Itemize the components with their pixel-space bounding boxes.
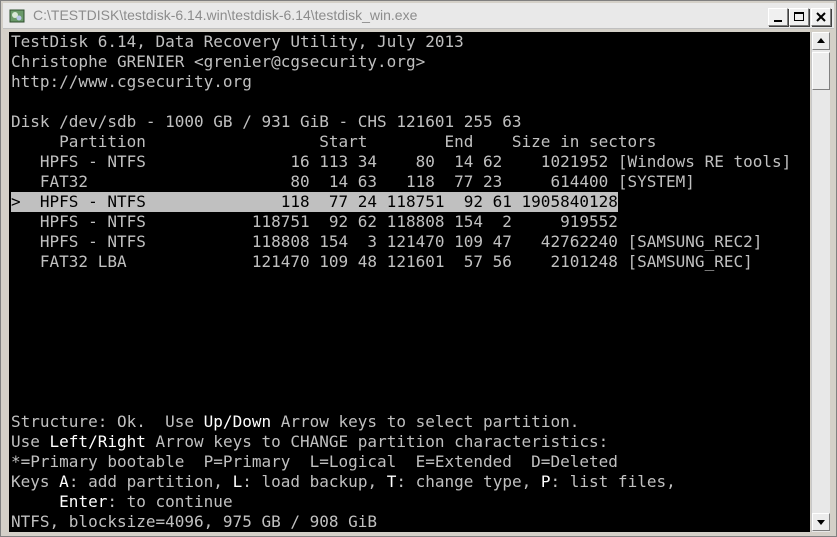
header-line: http://www.cgsecurity.org: [11, 72, 252, 91]
key-l: L: [232, 472, 243, 491]
partition-table-header: Partition Start End Size in sectors: [11, 132, 657, 151]
key-p: P: [540, 472, 551, 491]
status-text: Structure: Ok. Use: [11, 412, 204, 431]
partition-row[interactable]: FAT32 80 14 63 118 77 23 614400 [SYSTEM]: [11, 172, 695, 192]
arrow-down-icon: [817, 520, 825, 525]
key-a: A: [59, 472, 69, 491]
partition-row[interactable]: HPFS - NTFS 118751 92 62 118808 154 2 91…: [11, 212, 618, 232]
status-line: Structure: Ok. Use Up/Down Arrow keys to…: [11, 412, 579, 432]
help-text: Arrow keys to CHANGE partition character…: [145, 432, 609, 451]
partition-info-line: NTFS, blocksize=4096, 975 GB / 908 GiB: [11, 512, 378, 531]
window-title: C:\TESTDISK\testdisk-6.14.win\testdisk-6…: [33, 7, 418, 23]
minimize-icon: [774, 20, 782, 22]
help-text: Keys: [11, 472, 60, 491]
partition-row[interactable]: HPFS - NTFS 118808 154 3 121470 109 47 4…: [11, 232, 762, 252]
help-text: : list files,: [550, 472, 676, 491]
help-text: : load backup,: [242, 472, 387, 491]
disk-info-line: Disk /dev/sdb - 1000 GB / 931 GiB - CHS …: [11, 112, 522, 131]
arrow-up-icon: [817, 38, 825, 43]
header-line: TestDisk 6.14, Data Recovery Utility, Ju…: [11, 32, 464, 51]
close-button[interactable]: [811, 8, 831, 26]
key-separator: /: [222, 412, 233, 431]
scroll-thumb[interactable]: [812, 52, 830, 90]
key-down: Down: [232, 412, 272, 431]
key-left: Left: [49, 432, 89, 451]
help-text: Arrow keys to select partition.: [271, 412, 580, 431]
key-separator: /: [88, 432, 98, 451]
scroll-up-button[interactable]: [812, 32, 830, 50]
console-window: C:\TESTDISK\testdisk-6.14.win\testdisk-6…: [0, 0, 837, 537]
help-line: Use Left/Right Arrow keys to CHANGE part…: [11, 432, 608, 452]
key-enter: Enter: [59, 492, 108, 511]
help-text: : to continue: [107, 492, 233, 511]
testdisk-app-icon[interactable]: [9, 8, 25, 24]
key-right: Right: [97, 432, 146, 451]
minimize-button[interactable]: [768, 8, 788, 26]
maximize-button[interactable]: [789, 8, 809, 26]
title-bar[interactable]: C:\TESTDISK\testdisk-6.14.win\testdisk-6…: [3, 3, 834, 29]
key-t: T: [386, 472, 397, 491]
help-text: : add partition,: [68, 472, 233, 491]
console-output[interactable]: TestDisk 6.14, Data Recovery Utility, Ju…: [9, 32, 810, 532]
scroll-down-button[interactable]: [812, 513, 830, 531]
partition-row[interactable]: FAT32 LBA 121470 109 48 121601 57 56 210…: [11, 252, 753, 272]
help-text: Use: [11, 432, 50, 451]
close-icon: [816, 12, 826, 22]
enter-line: Enter: to continue: [11, 492, 233, 512]
help-text: : change type,: [396, 472, 541, 491]
key-up: Up: [203, 412, 223, 431]
legend-line: *=Primary bootable P=Primary L=Logical E…: [11, 452, 618, 471]
partition-row-selected[interactable]: > HPFS - NTFS 118 77 24 118751 92 61 190…: [11, 192, 618, 212]
keys-line: Keys A: add partition, L: load backup, T…: [11, 472, 676, 492]
header-line: Christophe GRENIER <grenier@cgsecurity.o…: [11, 52, 426, 71]
maximize-icon: [794, 12, 804, 21]
vertical-scrollbar[interactable]: [811, 32, 830, 532]
partition-row[interactable]: HPFS - NTFS 16 113 34 80 14 62 1021952 […: [11, 152, 791, 172]
